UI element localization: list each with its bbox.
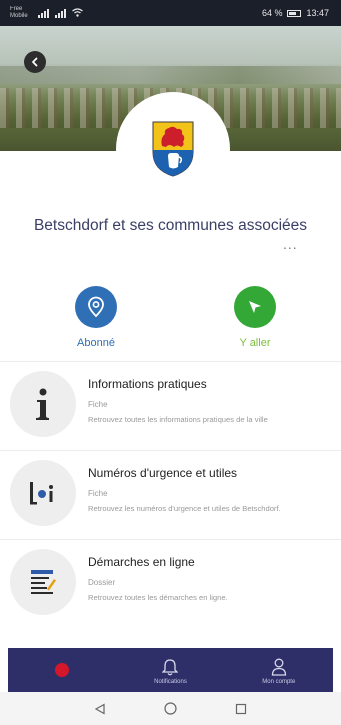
go-there-circle [234,286,276,328]
list-item-infos-pratiques[interactable]: Informations pratiques Fiche Retrouvez t… [0,361,341,450]
page-title: Betschdorf et ses communes associées [33,217,308,234]
back-triangle-icon[interactable] [94,702,106,715]
signal-icon [38,8,49,18]
more-options-button[interactable]: ... [283,236,298,252]
bell-icon [162,658,179,675]
carrier-label: Free Mobile [10,6,28,19]
navigation-arrow-icon [249,301,261,313]
list-item-kind: Dossier [88,578,116,587]
list-item-numeros-urgence[interactable]: Numéros d'urgence et utiles Fiche Retrou… [0,450,341,539]
user-icon [271,658,286,676]
list-item-demarches[interactable]: Démarches en ligne Dossier Retrouvez tou… [0,539,341,629]
status-bar: Free Mobile 64 % 13:47 [0,0,341,26]
phone-info-icon [10,460,76,526]
content-list: Informations pratiques Fiche Retrouvez t… [0,361,341,629]
recent-square-icon[interactable] [235,703,247,715]
battery-percent: 64 % [261,8,283,18]
tab-account-label: Mon compte [262,678,296,685]
subscribe-button[interactable]: Abonné [36,286,156,349]
location-pin-icon [88,296,104,318]
bottom-tab-bar: Notifications Mon compte [8,648,333,692]
signal-icon-2 [55,8,66,18]
android-nav-bar [0,692,341,725]
tab-account[interactable]: Mon compte [239,656,319,685]
list-item-title: Démarches en ligne [88,555,195,569]
home-circle-icon[interactable] [164,702,177,715]
back-arrow-icon [32,57,38,67]
wifi-icon [72,7,83,19]
go-there-button[interactable]: Y aller [195,286,315,349]
battery-icon [287,9,302,17]
list-item-title: Informations pratiques [88,377,207,391]
tab-home[interactable] [22,659,102,682]
go-there-label: Y aller [239,337,271,349]
back-button[interactable] [24,51,46,73]
list-item-description: Retrouvez toutes les informations pratiq… [88,415,268,424]
form-icon [10,549,76,615]
banner-horizon [0,66,341,84]
subscribe-label: Abonné [77,337,115,349]
list-item-description: Retrouvez les numéros d'urgence et utile… [88,504,281,513]
list-item-kind: Fiche [88,400,108,409]
crest-badge [116,92,230,206]
list-item-description: Retrouvez toutes les démarches en ligne. [88,593,228,602]
home-dot-icon [55,662,70,677]
subscribe-circle [75,286,117,328]
clock: 13:47 [306,8,329,18]
list-item-title: Numéros d'urgence et utiles [88,466,238,480]
tab-notifications-label: Notifications [154,678,187,685]
tab-notifications[interactable]: Notifications [130,656,210,685]
list-item-kind: Fiche [88,489,108,498]
info-icon [10,371,76,437]
coat-of-arms-icon [152,121,194,177]
